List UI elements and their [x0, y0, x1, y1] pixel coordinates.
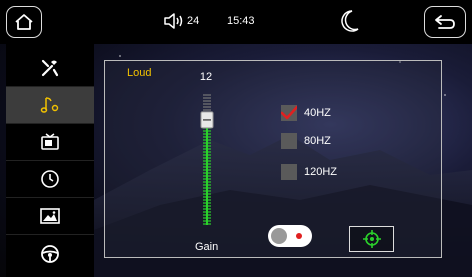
- crosshair-icon: [362, 230, 381, 248]
- sidebar-item-tv[interactable]: [6, 124, 94, 161]
- sidebar-item-steering[interactable]: [6, 235, 94, 272]
- clock-time: 15:43: [227, 15, 255, 27]
- target-button[interactable]: [349, 226, 394, 252]
- tv-icon: [41, 133, 59, 150]
- back-button[interactable]: [424, 6, 466, 38]
- home-icon: [15, 14, 33, 30]
- loud-title: Loud: [127, 67, 152, 79]
- speaker-icon: [164, 13, 183, 29]
- freq-label-40hz: 40HZ: [304, 107, 331, 119]
- home-button[interactable]: [6, 6, 42, 38]
- loud-toggle-switch[interactable]: [268, 225, 312, 247]
- slider-fill: [206, 119, 208, 225]
- volume-level: 24: [187, 15, 200, 27]
- sidebar-item-clock[interactable]: [6, 161, 94, 198]
- checkbox-80hz[interactable]: [281, 133, 297, 149]
- tools-icon: [41, 59, 59, 77]
- gain-label: Gain: [195, 241, 219, 253]
- sidebar-item-audio[interactable]: [6, 87, 94, 124]
- back-arrow-icon: [435, 15, 455, 29]
- toggle-knob: [271, 228, 287, 244]
- freq-label-80hz: 80HZ: [304, 135, 331, 147]
- top-bar: 24 15:43: [0, 0, 472, 44]
- sidebar-item-tools[interactable]: [6, 50, 94, 87]
- clock-icon: [41, 170, 59, 188]
- moon-icon[interactable]: [340, 9, 360, 33]
- volume-indicator[interactable]: 24: [163, 13, 199, 29]
- freq-label-120hz: 120HZ: [304, 166, 338, 178]
- steering-wheel-icon: [41, 244, 59, 263]
- sidebar-item-image[interactable]: [6, 198, 94, 235]
- screen: 24 15:43 Loud 12 Gain 40HZ 80HZ 120HZ: [0, 0, 472, 277]
- loudness-settings-panel: Loud 12 Gain 40HZ 80HZ 120HZ: [104, 60, 442, 258]
- image-icon: [40, 208, 60, 224]
- sidebar: [6, 44, 94, 277]
- checkmark-icon: [281, 105, 297, 120]
- gain-value: 12: [199, 71, 213, 83]
- music-note-settings-icon: [40, 97, 59, 113]
- toggle-indicator-dot: [296, 233, 302, 239]
- checkbox-40hz[interactable]: [281, 105, 297, 121]
- checkbox-120hz[interactable]: [281, 164, 297, 180]
- gain-slider[interactable]: [198, 93, 216, 227]
